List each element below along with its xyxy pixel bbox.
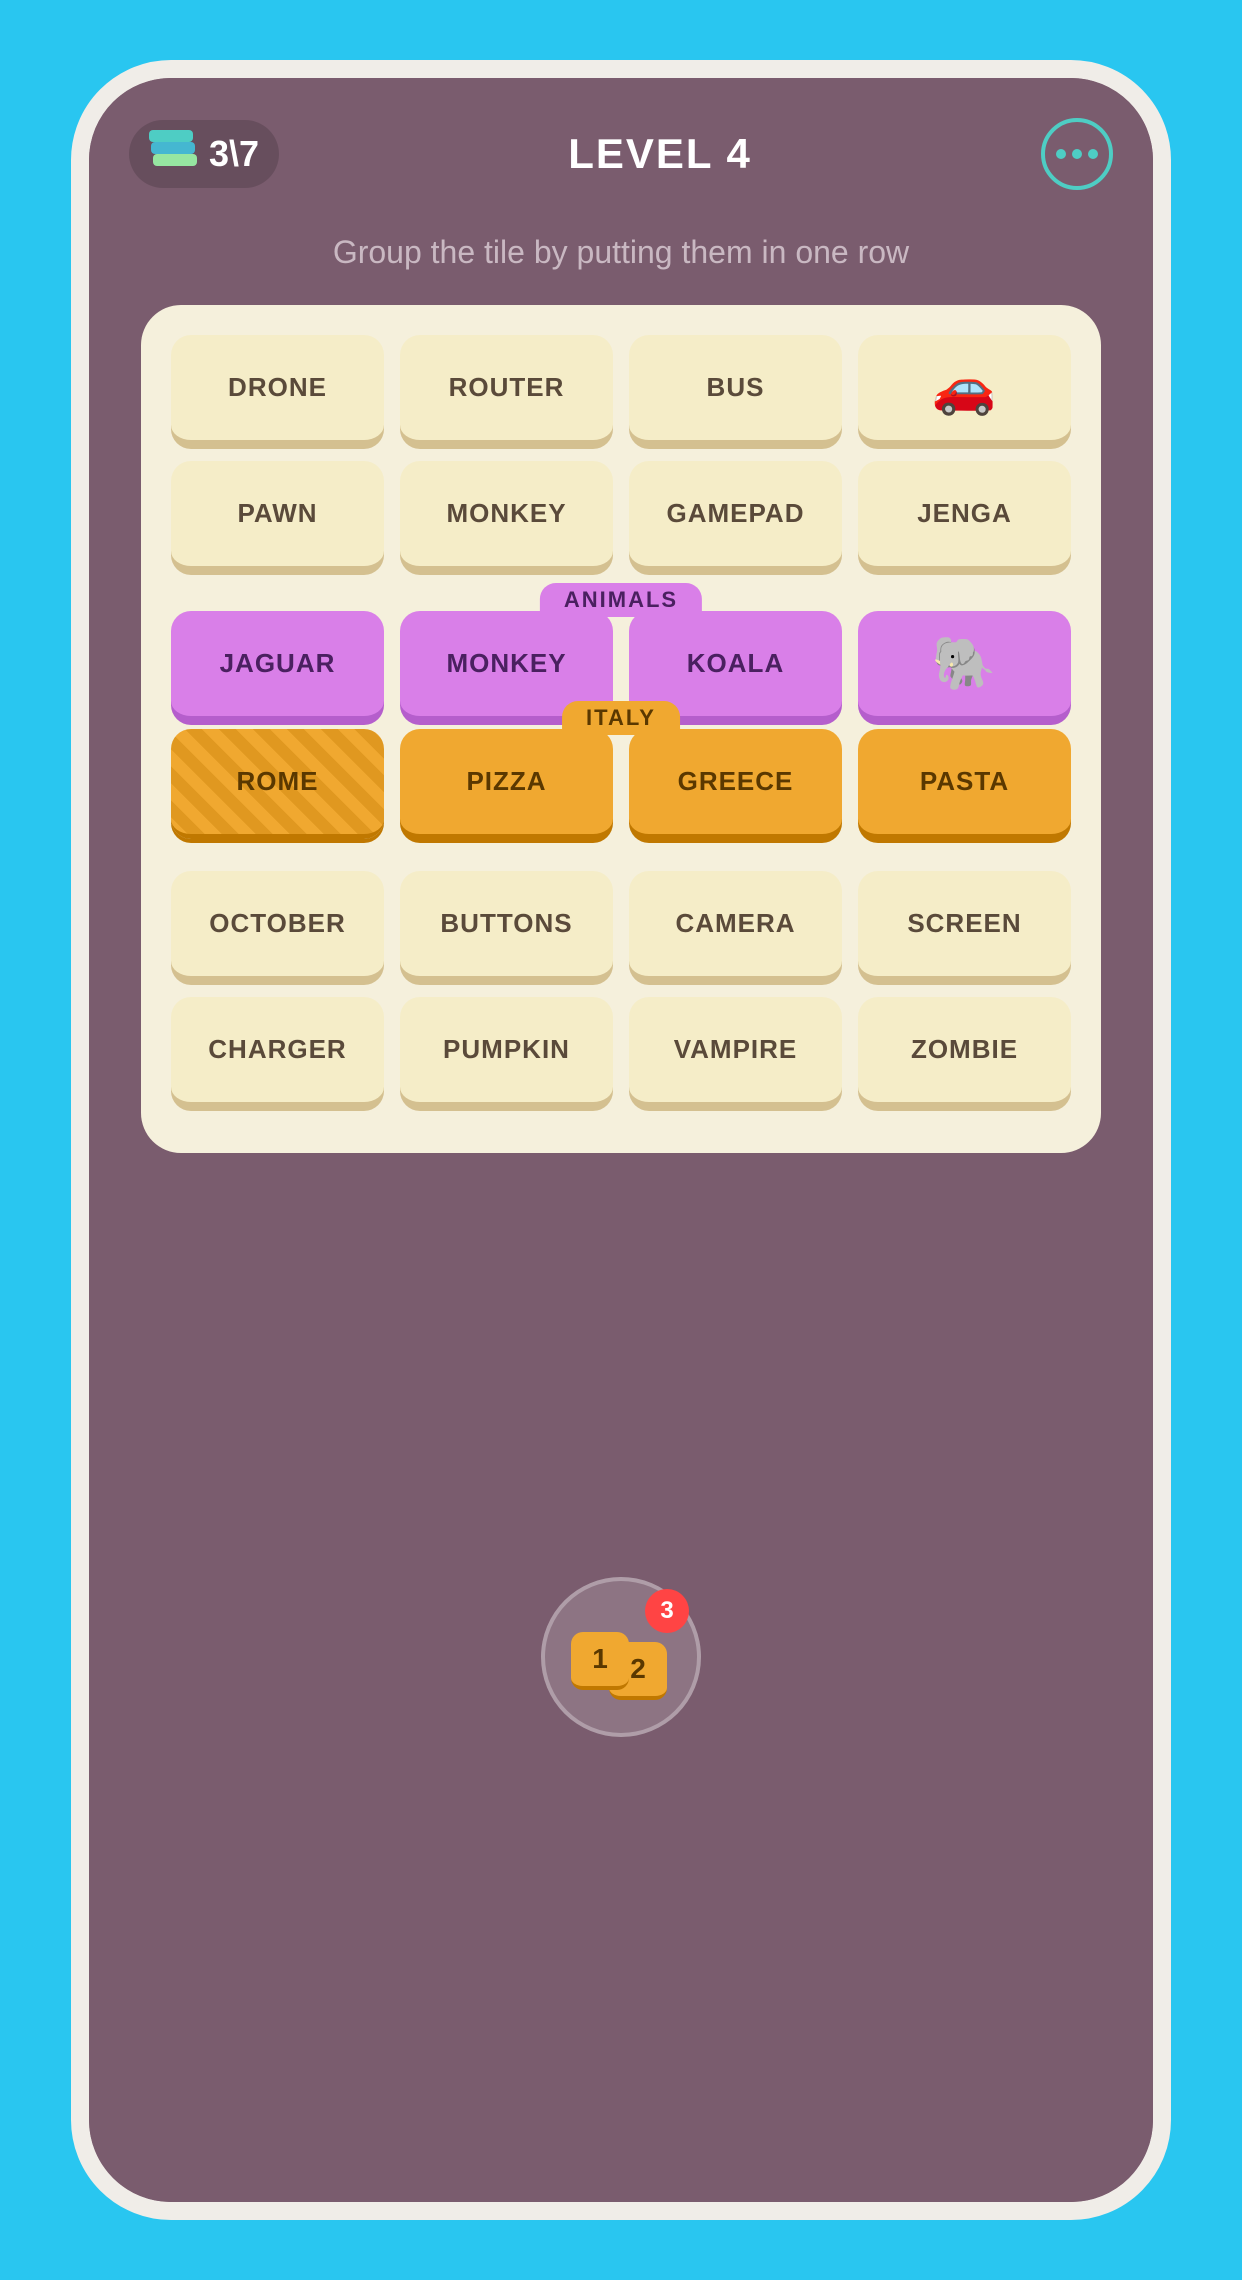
hint-badge: 3 — [645, 1589, 689, 1633]
tile-drone[interactable]: DRONE — [171, 335, 384, 445]
tile-pawn[interactable]: PAWN — [171, 461, 384, 571]
tile-elephant[interactable]: 🐘 — [858, 611, 1071, 721]
hint-tile-1: 1 — [571, 1632, 629, 1690]
tile-october[interactable]: OCTOBER — [171, 871, 384, 981]
header: 3\7 LEVEL 4 — [89, 78, 1153, 210]
tile-row-4: ROME PIZZA GREECE PASTA — [171, 729, 1071, 839]
menu-button[interactable] — [1041, 118, 1113, 190]
tile-buttons[interactable]: BUTTONS — [400, 871, 613, 981]
bottom-area: 3 1 2 — [89, 1153, 1153, 2202]
tile-row-2: PAWN MONKEY GAMEPAD JENGA — [171, 461, 1071, 571]
italy-group: ITALY ROME PIZZA GREECE PASTA — [171, 729, 1071, 839]
tile-jaguar[interactable]: JAGUAR — [171, 611, 384, 721]
tile-bus[interactable]: BUS — [629, 335, 842, 445]
hint-button[interactable]: 3 1 2 — [541, 1577, 701, 1737]
italy-label: ITALY — [562, 701, 680, 735]
animals-label: ANIMALS — [540, 583, 702, 617]
tile-jenga[interactable]: JENGA — [858, 461, 1071, 571]
tile-charger[interactable]: CHARGER — [171, 997, 384, 1107]
menu-dots — [1056, 149, 1098, 159]
tile-row-1: DRONE ROUTER BUS 🚗 — [171, 335, 1071, 445]
tile-car[interactable]: 🚗 — [858, 335, 1071, 445]
phone-frame: 3\7 LEVEL 4 Group the tile by putting th… — [71, 60, 1171, 2220]
dot-1 — [1056, 149, 1066, 159]
tile-screen[interactable]: SCREEN — [858, 871, 1071, 981]
layers-icon — [149, 130, 197, 178]
tile-pumpkin[interactable]: PUMPKIN — [400, 997, 613, 1107]
instruction-text: Group the tile by putting them in one ro… — [253, 210, 989, 305]
dot-3 — [1088, 149, 1098, 159]
score-display: 3\7 — [209, 133, 259, 175]
game-board: DRONE ROUTER BUS 🚗 PAWN MONKEY GAMEPAD — [141, 305, 1101, 1153]
tile-monkey-normal[interactable]: MONKEY — [400, 461, 613, 571]
tile-row-6: CHARGER PUMPKIN VAMPIRE ZOMBIE — [171, 997, 1071, 1107]
tile-vampire[interactable]: VAMPIRE — [629, 997, 842, 1107]
tile-pasta[interactable]: PASTA — [858, 729, 1071, 839]
tile-camera[interactable]: CAMERA — [629, 871, 842, 981]
dot-2 — [1072, 149, 1082, 159]
tile-rome[interactable]: ROME — [171, 729, 384, 839]
elephant-icon: 🐘 — [932, 633, 998, 694]
score-badge: 3\7 — [129, 120, 279, 188]
tile-router[interactable]: ROUTER — [400, 335, 613, 445]
level-title: LEVEL 4 — [568, 130, 752, 178]
tile-greece[interactable]: GREECE — [629, 729, 842, 839]
car-icon: 🚗 — [932, 357, 998, 418]
tile-gamepad[interactable]: GAMEPAD — [629, 461, 842, 571]
tile-zombie[interactable]: ZOMBIE — [858, 997, 1071, 1107]
tile-pizza[interactable]: PIZZA — [400, 729, 613, 839]
tile-row-5: OCTOBER BUTTONS CAMERA SCREEN — [171, 871, 1071, 981]
